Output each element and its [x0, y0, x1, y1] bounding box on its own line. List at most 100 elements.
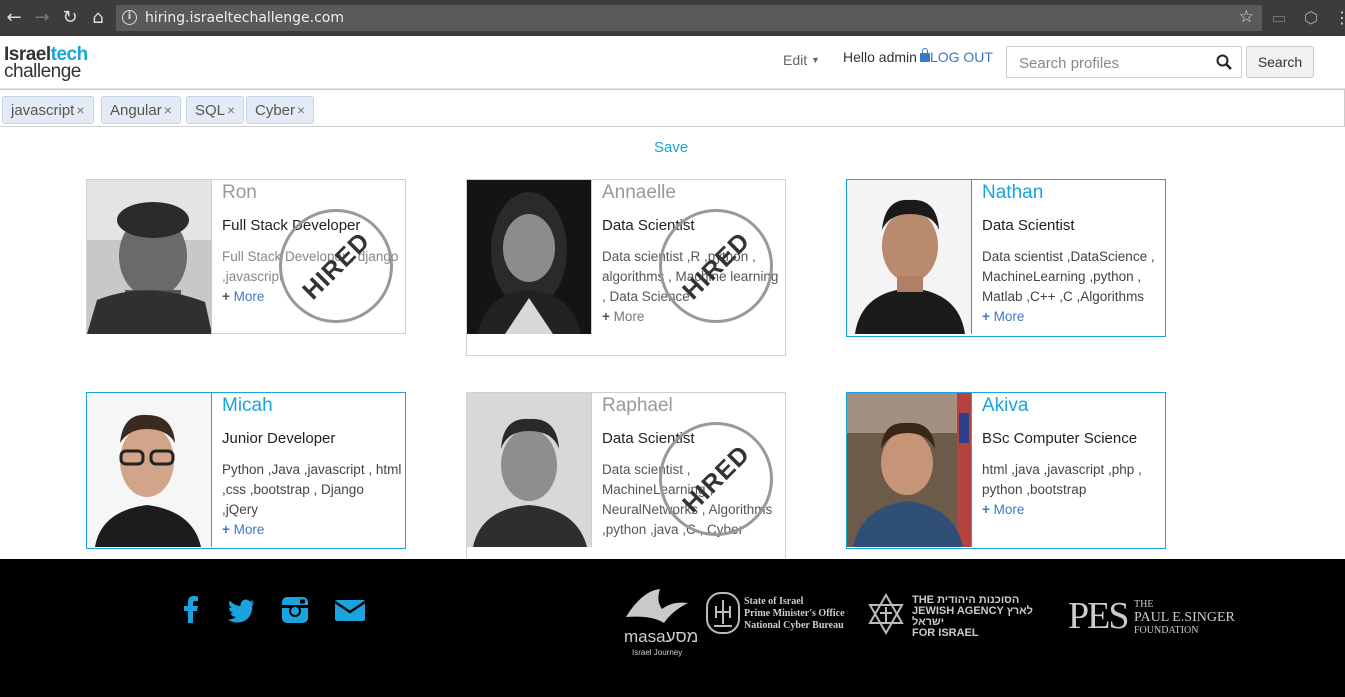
edit-dropdown[interactable]: Edit ▼: [783, 52, 820, 68]
search-input[interactable]: [1019, 53, 1209, 73]
profile-name[interactable]: Akiva: [982, 395, 1028, 417]
user-greeting: Hello admin LOG OUT: [843, 48, 993, 65]
profile-photo[interactable]: [87, 393, 212, 547]
email-icon[interactable]: [334, 595, 366, 625]
masa-logo[interactable]: masaמסע Israel Journey: [622, 587, 699, 657]
tag-filter-bar[interactable]: javascript × Angular × SQL × Cyber ×: [0, 89, 1345, 127]
profile-skills: Data scientist ,DataScience , MachineLea…: [982, 247, 1162, 327]
profile-name[interactable]: Micah: [222, 395, 273, 417]
jewish-agency-emblem-icon: [868, 592, 904, 636]
tag-label: Cyber: [255, 102, 296, 119]
tag-label: javascript: [11, 102, 75, 119]
url-text: hiring.israeltechallenge.com: [145, 10, 345, 26]
hello-text: Hello admin: [843, 49, 917, 65]
more-link[interactable]: + More: [222, 520, 402, 540]
profile-skills: html ,java ,javascript ,php , python ,bo…: [982, 460, 1162, 520]
ja-line3: FOR ISRAEL: [912, 627, 979, 639]
reload-icon[interactable]: ↻: [60, 8, 80, 28]
profile-photo[interactable]: [467, 180, 592, 334]
remove-tag-icon[interactable]: ×: [297, 102, 305, 118]
pmo-logo[interactable]: State of Israel Prime Minister's Office …: [706, 592, 856, 636]
profile-name[interactable]: Raphael: [602, 395, 673, 417]
address-bar[interactable]: i hiring.israeltechallenge.com ☆: [116, 5, 1262, 31]
more-link[interactable]: + More: [982, 500, 1162, 520]
profile-title: BSc Computer Science: [982, 430, 1138, 447]
search-field[interactable]: [1006, 46, 1242, 78]
skills-text: Data scientist ,DataScience , MachineLea…: [982, 249, 1155, 304]
home-icon[interactable]: ⌂: [88, 8, 108, 28]
profile-photo[interactable]: [467, 393, 592, 547]
israeltech-logo[interactable]: Israeltech challenge: [4, 45, 88, 82]
pmo-line2: Prime Minister's Office: [744, 608, 845, 619]
bookmark-star-icon[interactable]: ☆: [1239, 7, 1254, 27]
profile-card[interactable]: Raphael Data Scientist Data scientist , …: [466, 392, 786, 572]
pes-mark: PES: [1068, 595, 1130, 637]
remove-tag-icon[interactable]: ×: [76, 102, 84, 118]
profile-card[interactable]: Annaelle Data Scientist Data scientist ,…: [466, 179, 786, 356]
remove-tag-icon[interactable]: ×: [227, 102, 235, 118]
angular-extension-icon[interactable]: ⬡: [1302, 9, 1320, 27]
pes-line3: FOUNDATION: [1134, 625, 1199, 636]
extension-icon[interactable]: ▭: [1270, 9, 1288, 27]
browser-chrome: ← → ↻ ⌂ i hiring.israeltechallenge.com ☆…: [0, 0, 1345, 36]
forward-arrow-icon[interactable]: →: [32, 8, 52, 28]
search-button[interactable]: Search: [1246, 46, 1314, 78]
remove-tag-icon[interactable]: ×: [164, 102, 172, 118]
hired-stamp: HIRED: [659, 422, 773, 536]
profile-card[interactable]: Ron Full Stack Developer Full Stack Deve…: [86, 179, 406, 334]
search-icon[interactable]: [1216, 54, 1232, 70]
tag-chip: SQL ×: [186, 96, 245, 124]
edit-label: Edit: [783, 52, 808, 68]
profile-card[interactable]: Nathan Data Scientist Data scientist ,Da…: [846, 179, 1166, 337]
state-emblem-icon: [706, 592, 740, 634]
logo-text-challenge: challenge: [4, 61, 81, 82]
site-footer: masaמסע Israel Journey State of Israel P…: [0, 559, 1345, 697]
masa-text: masa: [624, 627, 666, 646]
more-label: More: [993, 502, 1025, 517]
profile-name[interactable]: Ron: [222, 182, 257, 204]
menu-kebab-icon[interactable]: ⋮: [1334, 9, 1345, 27]
more-link[interactable]: + More: [982, 307, 1162, 327]
back-arrow-icon[interactable]: ←: [4, 8, 24, 28]
site-header: Israeltech challenge Edit ▼ Hello admin L…: [0, 36, 1345, 89]
masa-mark-icon: [626, 589, 688, 623]
profile-photo[interactable]: [847, 393, 972, 547]
profile-card[interactable]: Micah Junior Developer Python ,Java ,jav…: [86, 392, 406, 549]
jewish-agency-logo[interactable]: THE הסוכנות היהודית JEWISH AGENCY לארץ י…: [866, 592, 1056, 639]
info-icon[interactable]: i: [122, 10, 137, 25]
pmo-line1: State of Israel: [744, 596, 804, 607]
caret-down-icon: ▼: [811, 55, 820, 65]
paul-singer-foundation-logo[interactable]: PES THE PAUL E.SINGER FOUNDATION: [1068, 597, 1238, 637]
masa-sub-text: Israel Journey: [632, 648, 683, 657]
twitter-icon[interactable]: [226, 595, 256, 625]
tag-label: Angular: [110, 102, 162, 119]
instagram-icon[interactable]: [280, 595, 310, 625]
profile-photo[interactable]: [847, 180, 972, 334]
tag-chip: javascript ×: [2, 96, 94, 124]
profile-card[interactable]: Akiva BSc Computer Science html ,java ,j…: [846, 392, 1166, 549]
hired-stamp: HIRED: [279, 209, 393, 323]
masa-hebrew-text: מסע: [665, 627, 699, 646]
skills-text: html ,java ,javascript ,php , python ,bo…: [982, 462, 1142, 497]
profile-title: Junior Developer: [222, 430, 336, 447]
more-label: More: [993, 309, 1025, 324]
profile-title: Data Scientist: [982, 217, 1075, 234]
profile-name[interactable]: Nathan: [982, 182, 1043, 204]
hired-stamp: HIRED: [659, 209, 773, 323]
more-label: More: [613, 309, 645, 324]
save-link[interactable]: Save: [654, 139, 688, 156]
tag-chip: Angular ×: [101, 96, 181, 124]
profile-skills: Python ,Java ,javascript , html ,css ,bo…: [222, 460, 402, 540]
lock-icon: [919, 48, 930, 62]
profile-name[interactable]: Annaelle: [602, 182, 676, 204]
pmo-line3: National Cyber Bureau: [744, 620, 844, 631]
tag-chip: Cyber ×: [246, 96, 315, 124]
tag-label: SQL: [195, 102, 226, 119]
more-label: More: [233, 289, 265, 304]
logout-link[interactable]: LOG OUT: [930, 49, 993, 65]
more-label: More: [233, 522, 265, 537]
skills-text: Python ,Java ,javascript , html ,css ,bo…: [222, 462, 402, 517]
pes-line2: PAUL E.SINGER: [1134, 610, 1235, 625]
facebook-icon[interactable]: [176, 595, 206, 625]
profile-photo[interactable]: [87, 180, 212, 334]
